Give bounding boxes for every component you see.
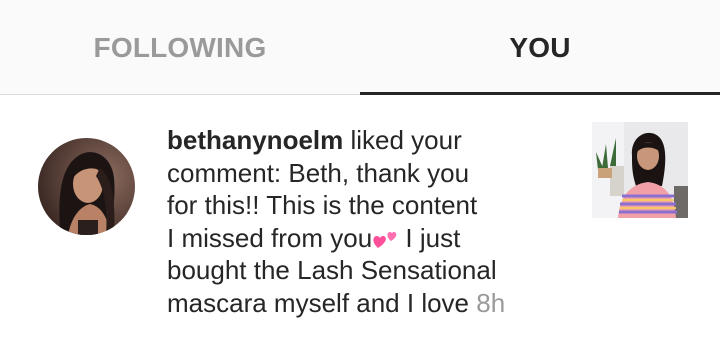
notification-line-1: liked your (343, 125, 462, 155)
notification-line-5: bought the Lash Sensational (167, 255, 497, 285)
notification-line-4b: I just (398, 222, 461, 253)
notification-timestamp: 8h (476, 287, 506, 318)
notification-line-4a: I missed from you (167, 222, 373, 253)
tab-following[interactable]: FOLLOWING (0, 0, 360, 95)
tab-you[interactable]: YOU (360, 0, 720, 95)
notification-line-6: mascara myself and I love (167, 287, 477, 318)
notification-line-3: for this!! This is the content (167, 190, 478, 220)
avatar-photo (38, 138, 135, 235)
post-thumbnail[interactable] (592, 122, 688, 218)
tab-you-label: YOU (509, 31, 571, 63)
post-thumbnail-image (592, 122, 688, 218)
active-tab-indicator (360, 92, 720, 95)
notification-text[interactable]: bethanynoelm liked your comment: Beth, t… (167, 124, 567, 319)
notification-username[interactable]: bethanynoelm (167, 125, 343, 155)
notification-line-2: comment: Beth, thank you (167, 157, 470, 188)
avatar[interactable] (38, 138, 135, 235)
tab-following-label: FOLLOWING (93, 31, 267, 63)
two-hearts-icon (373, 231, 397, 248)
activity-tab-bar: FOLLOWING YOU (0, 0, 720, 95)
